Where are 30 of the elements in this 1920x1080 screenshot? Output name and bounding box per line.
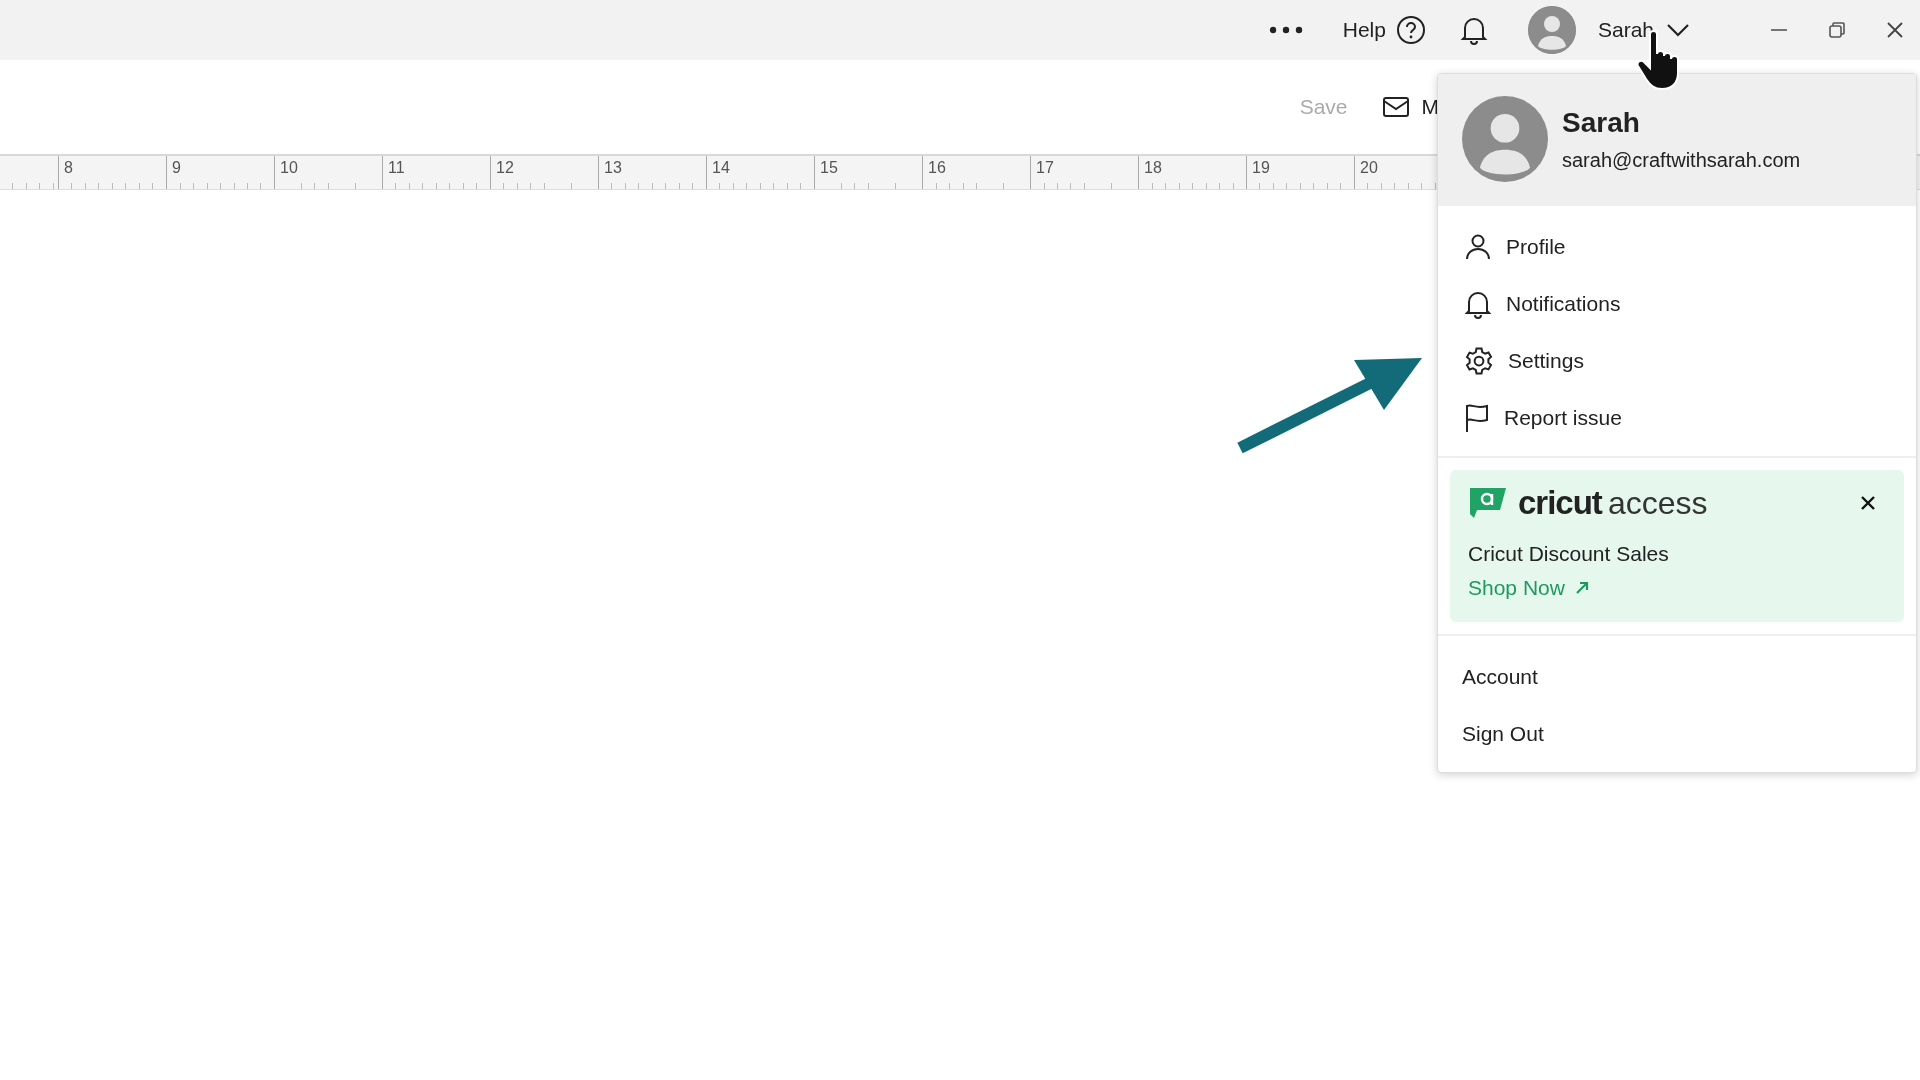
mail-icon (1381, 95, 1410, 119)
menu-item[interactable]: Sign Out (1438, 705, 1916, 762)
brand-name: cricut (1518, 484, 1602, 522)
user-name: Sarah (1562, 106, 1641, 139)
menu-item[interactable]: Notifications (1438, 275, 1916, 332)
close-button[interactable] (1886, 21, 1904, 39)
user-menu-button[interactable]: Sarah (1597, 18, 1690, 42)
close-icon[interactable] (1860, 495, 1876, 511)
avatar-icon[interactable] (1527, 6, 1576, 54)
promo-title: Cricut Discount Sales (1468, 542, 1670, 566)
logo-icon (1468, 486, 1508, 520)
person-icon (1464, 232, 1492, 261)
menu-item[interactable]: Account (1438, 648, 1916, 705)
minimize-button[interactable] (1770, 28, 1788, 32)
flag-icon (1464, 402, 1490, 433)
avatar-icon (1462, 96, 1548, 182)
brand-suffix: access (1607, 484, 1708, 522)
mail-button[interactable]: M (1381, 95, 1439, 119)
chevron-down-icon (1666, 23, 1690, 37)
more-button[interactable] (1268, 26, 1303, 34)
menu-item[interactable]: Profile (1438, 218, 1916, 275)
user-email: sarah@craftwithsarah.com (1562, 148, 1801, 172)
notifications-button[interactable] (1459, 15, 1488, 45)
restore-button[interactable] (1828, 21, 1846, 39)
arrow-up-right-icon (1574, 581, 1589, 595)
help-icon (1395, 15, 1426, 45)
help-button[interactable]: Help (1342, 15, 1426, 45)
menu-item[interactable]: Report issue (1438, 389, 1916, 446)
menu-item[interactable]: Settings (1438, 332, 1916, 389)
settings-icon (1464, 345, 1494, 376)
